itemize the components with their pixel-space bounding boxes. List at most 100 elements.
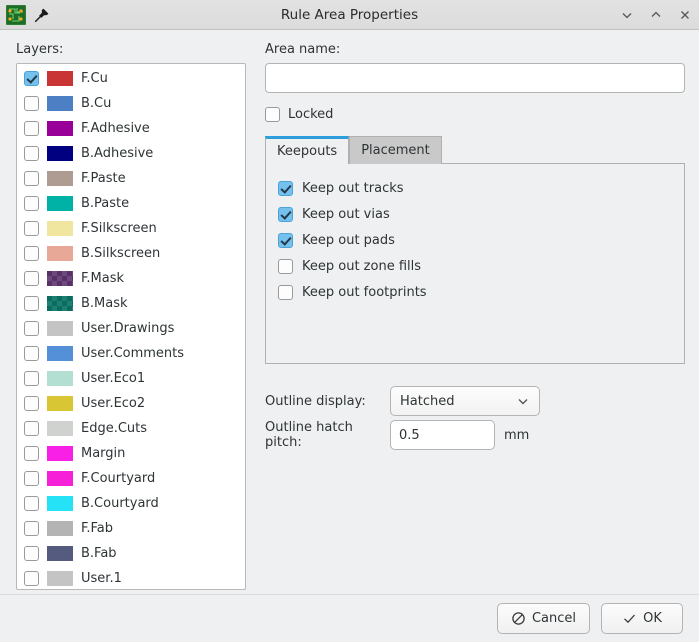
ok-button[interactable]: OK	[601, 603, 683, 634]
tab-strip[interactable]: Keepouts Placement	[265, 136, 685, 164]
layer-row[interactable]: Edge.Cuts	[17, 416, 245, 441]
layer-row[interactable]: B.Mask	[17, 291, 245, 316]
outline-pitch-row: Outline hatch pitch: mm	[265, 418, 685, 452]
properties-section: Area name: Locked Keepouts Placement Keep…	[265, 42, 685, 452]
tab-label: Keepouts	[277, 144, 337, 159]
area-name-input[interactable]	[265, 63, 685, 93]
area-name-label: Area name:	[265, 42, 685, 57]
outline-display-value: Hatched	[400, 394, 454, 409]
keepout-label: Keep out vias	[302, 207, 390, 222]
layer-color-swatch	[47, 146, 73, 161]
layer-checkbox[interactable]	[24, 146, 39, 161]
layer-name: B.Courtyard	[81, 496, 159, 511]
layer-row[interactable]: Margin	[17, 441, 245, 466]
layer-name: F.Mask	[81, 271, 124, 286]
tab-placement[interactable]: Placement	[349, 136, 442, 164]
layer-checkbox[interactable]	[24, 346, 39, 361]
chevron-up-icon	[649, 8, 663, 22]
layer-checkbox[interactable]	[24, 296, 39, 311]
layer-checkbox[interactable]	[24, 221, 39, 236]
layer-row[interactable]: B.Adhesive	[17, 141, 245, 166]
tab-keepouts[interactable]: Keepouts	[265, 136, 349, 164]
layer-row[interactable]: F.Fab	[17, 516, 245, 541]
minimize-button[interactable]	[619, 7, 635, 23]
dialog-body: Layers: F.CuB.CuF.AdhesiveB.AdhesiveF.Pa…	[0, 30, 699, 642]
layer-row[interactable]: B.Courtyard	[17, 491, 245, 516]
layer-row[interactable]: F.Adhesive	[17, 116, 245, 141]
keepout-row[interactable]: Keep out footprints	[278, 279, 672, 305]
layer-checkbox[interactable]	[24, 321, 39, 336]
layer-checkbox[interactable]	[24, 271, 39, 286]
layer-name: F.Cu	[81, 71, 108, 86]
tab-label: Placement	[361, 143, 430, 158]
layer-checkbox[interactable]	[24, 421, 39, 436]
layer-checkbox[interactable]	[24, 196, 39, 211]
dialog-footer: Cancel OK	[0, 594, 699, 642]
keepout-checkbox[interactable]	[278, 259, 293, 274]
maximize-button[interactable]	[648, 7, 664, 23]
keepouts-list[interactable]: Keep out tracks Keep out vias Keep out pad…	[278, 175, 672, 305]
layer-checkbox[interactable]	[24, 546, 39, 561]
layer-checkbox[interactable]	[24, 371, 39, 386]
layer-row[interactable]: F.Cu	[17, 66, 245, 91]
layer-name: B.Adhesive	[81, 146, 153, 161]
layer-checkbox[interactable]	[24, 171, 39, 186]
layer-name: Margin	[81, 446, 125, 461]
layer-checkbox[interactable]	[24, 571, 39, 586]
locked-checkbox-row[interactable]: Locked	[265, 105, 685, 123]
titlebar-controls	[619, 7, 693, 23]
keepout-row[interactable]: Keep out pads	[278, 227, 672, 253]
layer-checkbox[interactable]	[24, 71, 39, 86]
keepout-checkbox[interactable]	[278, 207, 293, 222]
layer-color-swatch	[47, 121, 73, 136]
layer-row[interactable]: F.Silkscreen	[17, 216, 245, 241]
outline-pitch-label: Outline hatch pitch:	[265, 420, 390, 450]
keepout-checkbox[interactable]	[278, 285, 293, 300]
keepouts-tab-panel: Keep out tracks Keep out vias Keep out pad…	[265, 163, 685, 364]
pushpin-icon[interactable]	[34, 7, 50, 23]
layer-checkbox[interactable]	[24, 496, 39, 511]
layer-checkbox[interactable]	[24, 396, 39, 411]
layer-row[interactable]: User.Eco1	[17, 366, 245, 391]
close-button[interactable]	[677, 7, 693, 23]
layer-row[interactable]: User.Eco2	[17, 391, 245, 416]
layer-row[interactable]: User.Comments	[17, 341, 245, 366]
outline-display-dropdown[interactable]: Hatched	[390, 386, 540, 416]
layer-row[interactable]: B.Fab	[17, 541, 245, 566]
layer-checkbox[interactable]	[24, 521, 39, 536]
layer-checkbox[interactable]	[24, 471, 39, 486]
outline-pitch-unit: mm	[504, 428, 529, 443]
layer-checkbox[interactable]	[24, 246, 39, 261]
layer-name: Edge.Cuts	[81, 421, 147, 436]
layer-color-swatch	[47, 521, 73, 536]
layer-checkbox[interactable]	[24, 96, 39, 111]
titlebar-left-icons	[6, 5, 50, 25]
layer-checkbox[interactable]	[24, 121, 39, 136]
keepout-row[interactable]: Keep out tracks	[278, 175, 672, 201]
keepout-checkbox[interactable]	[278, 181, 293, 196]
layer-row[interactable]: B.Cu	[17, 91, 245, 116]
layer-name: B.Fab	[81, 546, 117, 561]
layer-row[interactable]: B.Paste	[17, 191, 245, 216]
layer-row[interactable]: F.Paste	[17, 166, 245, 191]
layer-row[interactable]: User.1	[17, 566, 245, 590]
locked-checkbox[interactable]	[265, 107, 280, 122]
keepout-row[interactable]: Keep out vias	[278, 201, 672, 227]
window-title: Rule Area Properties	[0, 7, 699, 23]
layer-row[interactable]: F.Mask	[17, 266, 245, 291]
layer-row[interactable]: B.Silkscreen	[17, 241, 245, 266]
layer-color-swatch	[47, 221, 73, 236]
layer-checkbox[interactable]	[24, 446, 39, 461]
check-icon	[622, 611, 637, 626]
layer-row[interactable]: F.Courtyard	[17, 466, 245, 491]
keepout-row[interactable]: Keep out zone fills	[278, 253, 672, 279]
layers-section: Layers: F.CuB.CuF.AdhesiveB.AdhesiveF.Pa…	[16, 42, 246, 590]
cancel-button[interactable]: Cancel	[497, 603, 590, 634]
outline-pitch-input[interactable]	[390, 420, 495, 450]
layers-list[interactable]: F.Cu B.Cu F.Adhesive B.Adhesive F.PasteB.Pas…	[16, 63, 246, 590]
layer-color-swatch	[47, 546, 73, 561]
layer-name: B.Cu	[81, 96, 111, 111]
layer-name: User.Drawings	[81, 321, 174, 336]
keepout-checkbox[interactable]	[278, 233, 293, 248]
layer-row[interactable]: User.Drawings	[17, 316, 245, 341]
